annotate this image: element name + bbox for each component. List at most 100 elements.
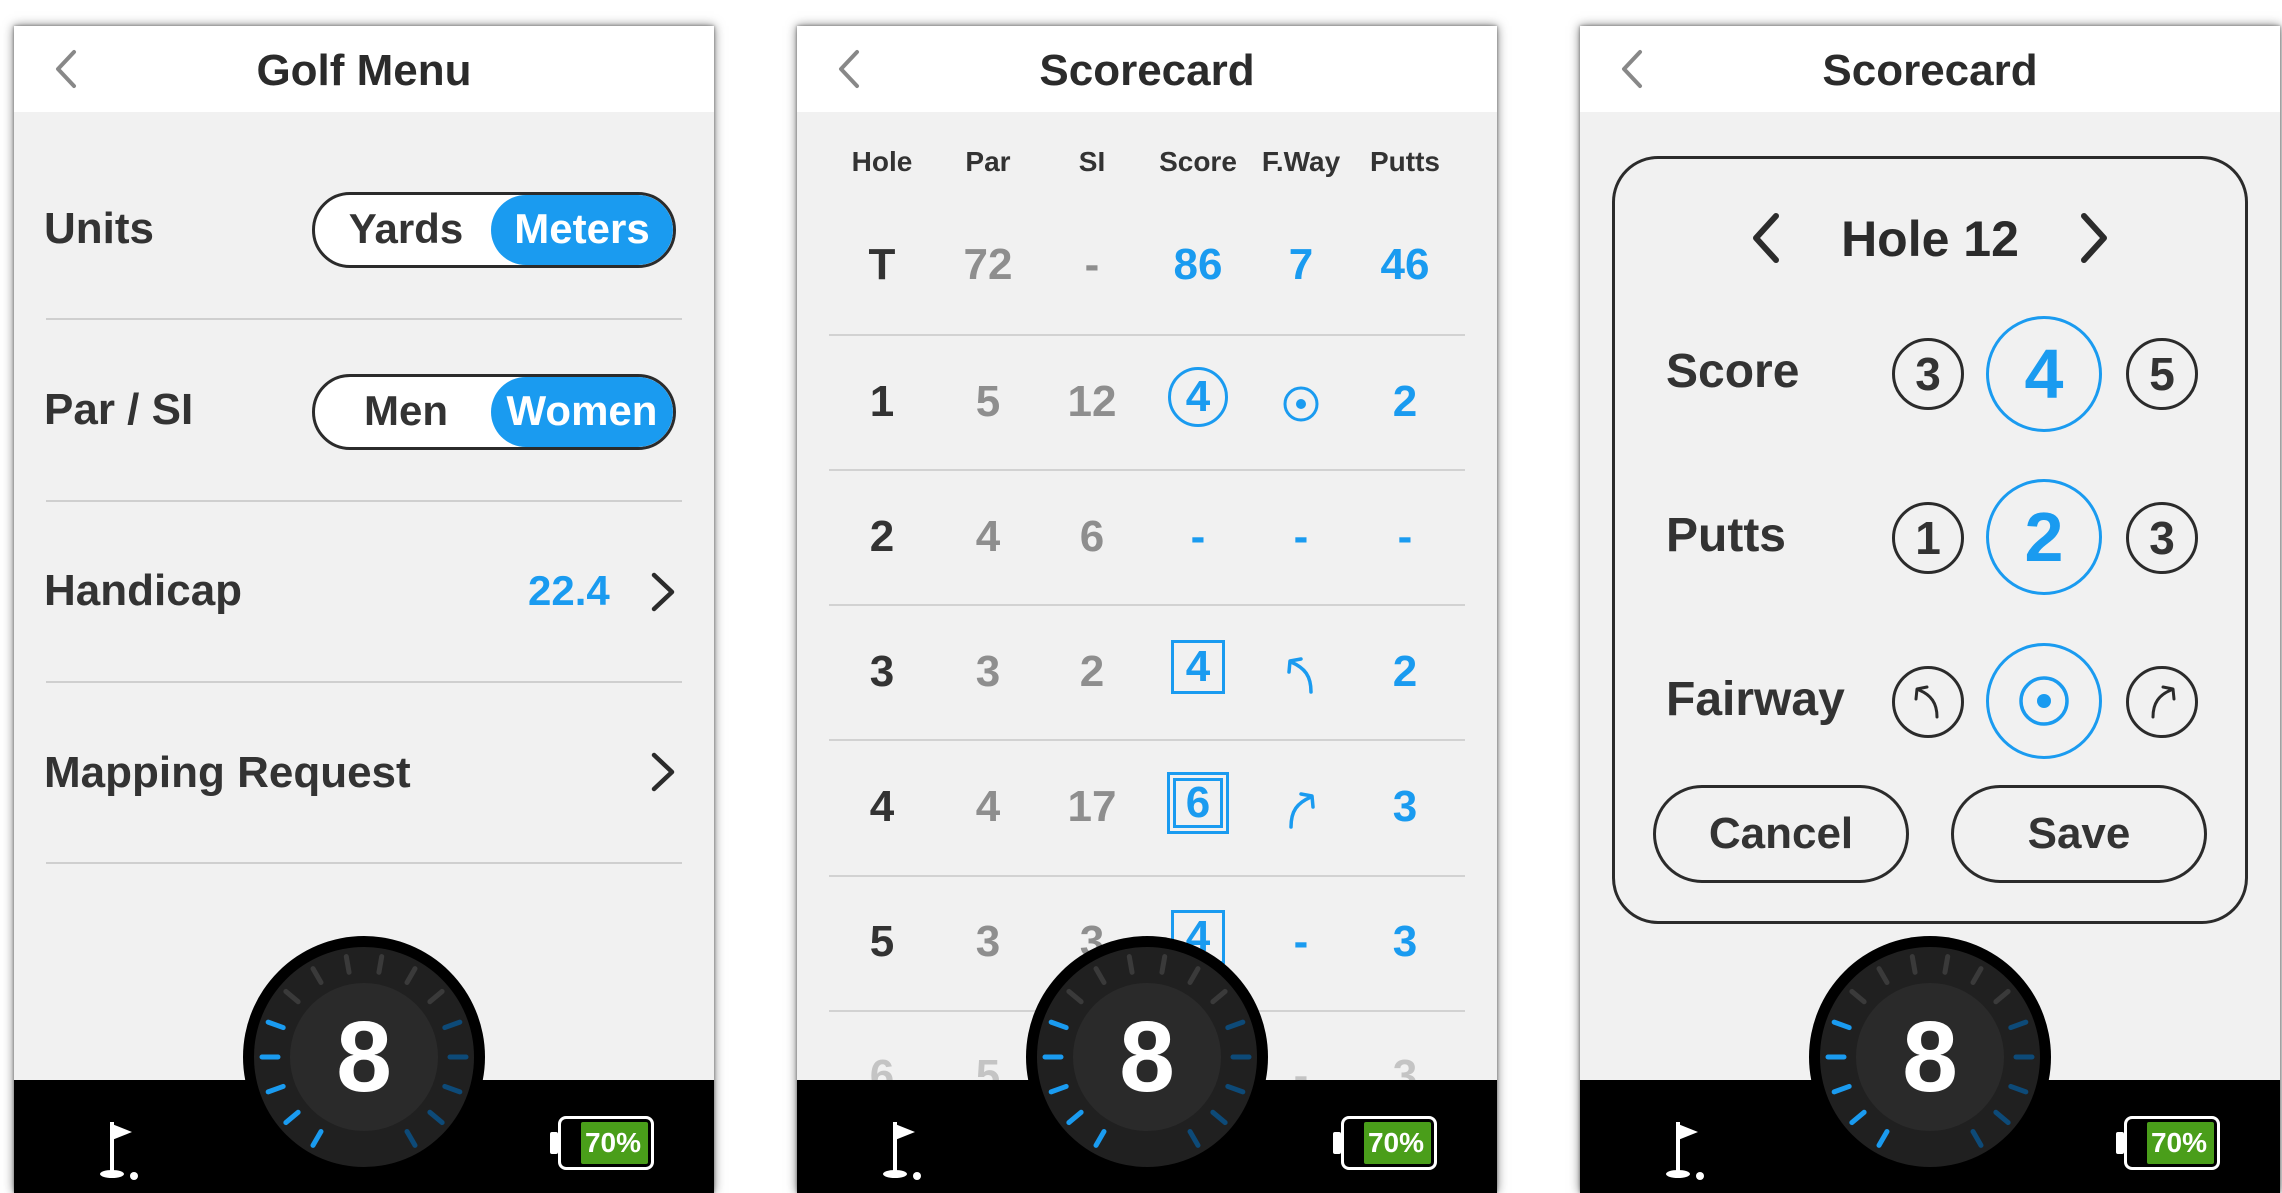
fairway-option-hit-selected[interactable]	[1986, 643, 2102, 759]
divider	[829, 334, 1465, 336]
cell-par: 5	[975, 377, 1001, 426]
score-value: 6	[1173, 778, 1223, 828]
putts-option-3[interactable]: 3	[2126, 502, 2198, 574]
score-double-square: 6	[1167, 772, 1229, 834]
units-option-yards[interactable]: Yards	[315, 195, 497, 265]
column-header-fairway: F.Way	[1261, 146, 1341, 177]
divider	[829, 604, 1465, 606]
putts-option-2-selected[interactable]: 2	[1986, 479, 2102, 595]
chevron-right-icon[interactable]	[646, 569, 680, 615]
fairway-hit-icon	[1283, 386, 1319, 422]
fairway-label: Fairway	[1666, 673, 1845, 726]
units-option-meters[interactable]: Meters	[491, 195, 673, 265]
par-si-option-women[interactable]: Women	[491, 377, 673, 447]
divider	[46, 862, 682, 864]
cell-par: 4	[975, 512, 1001, 561]
cell-score: 4	[1148, 367, 1248, 427]
divider	[829, 875, 1465, 877]
cell-si: 2	[1079, 647, 1105, 696]
total-score: 86	[1173, 240, 1223, 289]
golf-menu-screen: Golf Menu Units Yards Meters Par / SI Me…	[14, 26, 714, 1193]
total-si: -	[1084, 240, 1100, 289]
fairway-left-icon	[1914, 685, 1939, 719]
cell-putts: 3	[1392, 917, 1418, 966]
putts-label: Putts	[1666, 509, 1786, 562]
dial-number: 8	[336, 1001, 392, 1113]
dial[interactable]: 8	[243, 936, 485, 1178]
par-si-label: Par / SI	[44, 385, 194, 434]
score-option-3[interactable]: 3	[1892, 338, 1964, 410]
column-header-par: Par	[965, 146, 1011, 177]
par-si-toggle[interactable]: Men Women	[312, 374, 676, 450]
units-toggle[interactable]: Yards Meters	[312, 192, 676, 268]
cell-par: 3	[975, 647, 1001, 696]
battery-level: 70%	[1367, 1127, 1425, 1158]
fairway-right-icon	[2151, 685, 2176, 719]
cell-score: -	[1190, 512, 1206, 561]
cell-putts: 2	[1392, 377, 1418, 426]
par-si-option-men[interactable]: Men	[315, 377, 497, 447]
divider	[46, 318, 682, 320]
divider	[46, 681, 682, 683]
cell-fairway	[1251, 782, 1351, 832]
cell-fairway	[1251, 377, 1351, 427]
header: Scorecard	[1580, 26, 2280, 112]
cell-putts: 2	[1392, 647, 1418, 696]
column-header-hole: Hole	[851, 146, 913, 177]
header: Golf Menu	[14, 26, 714, 112]
divider	[46, 500, 682, 502]
cell-score: 6	[1148, 772, 1248, 834]
battery-level: 70%	[584, 1127, 642, 1158]
scorecard-screen: Scorecard Hole Par SI Score F.Way Putts …	[797, 26, 1497, 1193]
hole-title: Hole 12	[1841, 211, 2019, 267]
cell-hole: 3	[869, 647, 895, 696]
fairway-right-icon	[1289, 792, 1315, 830]
putts-option-1[interactable]: 1	[1892, 502, 1964, 574]
next-hole-icon[interactable]	[2074, 210, 2114, 266]
battery-level: 70%	[2150, 1127, 2208, 1158]
flag-icon	[1666, 1122, 1704, 1180]
chevron-right-icon[interactable]	[646, 749, 680, 795]
dial-number: 8	[1902, 1001, 1958, 1113]
flag-icon	[883, 1122, 921, 1180]
battery-icon: 70%	[2116, 1116, 2220, 1170]
dial[interactable]: 8	[1026, 936, 1268, 1178]
fairway-option-right[interactable]	[2126, 666, 2198, 738]
units-label: Units	[44, 204, 154, 253]
cell-putts: 3	[1392, 782, 1418, 831]
score-option-4-selected[interactable]: 4	[1986, 316, 2102, 432]
cancel-button[interactable]: Cancel	[1653, 785, 1909, 883]
score-square: 4	[1171, 640, 1225, 694]
cell-fairway	[1251, 647, 1351, 697]
page-title: Scorecard	[1822, 46, 2038, 95]
score-circle: 4	[1168, 367, 1228, 427]
column-header-score: Score	[1159, 146, 1237, 177]
header: Scorecard	[797, 26, 1497, 112]
mapping-request-label[interactable]: Mapping Request	[44, 748, 411, 798]
hole-edit-screen: Scorecard Hole 12 Score 3 4 5 Putts 1 2 …	[1580, 26, 2280, 1193]
fairway-hit-icon	[2019, 676, 2069, 726]
fairway-left-icon	[1287, 657, 1313, 695]
divider	[829, 739, 1465, 741]
cell-hole: 5	[869, 917, 895, 966]
battery-icon: 70%	[550, 1116, 654, 1170]
handicap-label[interactable]: Handicap	[44, 566, 242, 616]
flag-icon	[100, 1122, 138, 1180]
cell-hole: 2	[869, 512, 895, 561]
handicap-value: 22.4	[528, 567, 610, 614]
fairway-option-left[interactable]	[1892, 666, 1964, 738]
cell-hole: 1	[869, 377, 895, 426]
dial[interactable]: 8	[1809, 936, 2051, 1178]
total-putts: 46	[1380, 240, 1430, 289]
cell-hole: 4	[869, 782, 895, 831]
battery-icon: 70%	[1333, 1116, 1437, 1170]
score-option-5[interactable]: 5	[2126, 338, 2198, 410]
page-title: Scorecard	[1039, 46, 1255, 95]
total-hole: T	[868, 240, 896, 289]
cell-si: 12	[1067, 377, 1117, 426]
total-fairway: 7	[1288, 240, 1314, 289]
cell-score: 4	[1148, 640, 1248, 694]
cell-si: 17	[1067, 782, 1117, 831]
save-button[interactable]: Save	[1951, 785, 2207, 883]
column-header-putts: Putts	[1370, 146, 1440, 177]
